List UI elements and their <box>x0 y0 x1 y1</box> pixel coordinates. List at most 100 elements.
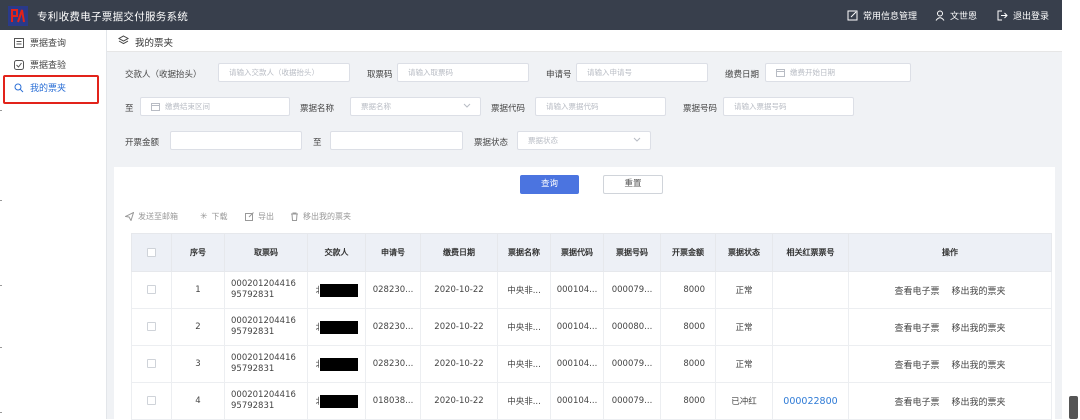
export-action[interactable]: 导出 <box>245 211 274 222</box>
view-bill-link[interactable]: 查看电子票 <box>894 398 939 408</box>
cell-date: 2020-10-22 <box>420 308 498 346</box>
pay-date-end-input[interactable]: 缴费结束区间 <box>140 97 290 116</box>
remove-folder-action[interactable]: 移出我的票夹 <box>290 211 351 222</box>
check-box-icon <box>14 59 24 70</box>
calendar-icon <box>776 68 785 77</box>
row-select-cell <box>131 308 172 346</box>
reset-button[interactable]: 重置 <box>603 175 663 194</box>
bill-table: 序号 取票码 交款人 申请号 缴费日期 票据名称 票据代码 票据号码 开票金额 … <box>131 233 1052 420</box>
select-all-checkbox[interactable] <box>147 248 156 257</box>
bill-name-select[interactable]: 票据名称 <box>350 97 481 116</box>
app-logo-icon <box>8 6 28 26</box>
result-panel: 查询 重置 发送至邮箱 ✳ 下载 导出 移出我的票夹 序号 取票码 交款人 申请… <box>114 167 1055 420</box>
cell-bill-no: 000079... <box>603 271 661 309</box>
amount-label: 开票金额 <box>125 138 160 148</box>
column-header: 序号 <box>171 233 225 272</box>
column-header: 申请号 <box>365 233 421 272</box>
cell-amount: 8000 <box>660 271 716 309</box>
annotation-highlight-box <box>3 75 99 104</box>
cell-red-no <box>772 308 849 346</box>
cell-date: 2020-10-22 <box>420 382 498 420</box>
row-checkbox[interactable] <box>147 359 156 368</box>
status-label: 票据状态 <box>474 138 509 148</box>
cell-bill-no: 000080... <box>603 308 661 346</box>
logout-label: 退出登录 <box>1013 12 1050 22</box>
column-header: 票据状态 <box>715 233 773 272</box>
common-info-link[interactable]: 常用信息管理 <box>847 9 917 22</box>
view-bill-link[interactable]: 查看电子票 <box>894 287 939 297</box>
payer-input[interactable]: 请输入交款人（收据抬头） <box>218 63 350 82</box>
column-header: 交款人 <box>307 233 366 272</box>
fetch-code-input[interactable]: 请输入取票码 <box>397 63 529 82</box>
status-placeholder: 票据状态 <box>528 136 558 145</box>
bill-no-input[interactable]: 请输入票据号码 <box>723 97 854 116</box>
remove-link[interactable]: 移出我的票夹 <box>952 398 1006 408</box>
list-icon <box>14 37 24 48</box>
remove-link[interactable]: 移出我的票夹 <box>952 361 1006 371</box>
common-info-label: 常用信息管理 <box>863 12 918 22</box>
remove-link[interactable]: 移出我的票夹 <box>952 324 1006 334</box>
redaction-block <box>319 357 358 371</box>
bill-no-label: 票据号码 <box>683 104 718 114</box>
cell-date: 2020-10-22 <box>420 345 498 383</box>
cell-red-no: 000022800 <box>772 382 849 420</box>
table-row: 3 000201204416 95792831 北 028230... 2020… <box>131 345 1052 383</box>
cell-fetch-code: 000201204416 95792831 <box>224 308 308 346</box>
layers-icon <box>118 35 129 45</box>
user-name: 文世恩 <box>950 12 978 22</box>
cell-bill-code: 000104... <box>550 345 604 383</box>
edit-icon <box>847 10 858 21</box>
sidebar-item-bill-verify[interactable]: 票据查验 <box>14 58 66 71</box>
filter-form: 交款人（收据抬头） 请输入交款人（收据抬头） 取票码 请输入取票码 申请号 请输… <box>114 57 1055 185</box>
pay-date-start-input[interactable]: 缴费开始日期 <box>765 63 911 82</box>
column-header: 开票金额 <box>660 233 716 272</box>
cell-fetch-code: 000201204416 95792831 <box>224 382 308 420</box>
logout-link[interactable]: 退出登录 <box>997 9 1049 22</box>
user-menu[interactable]: 文世恩 <box>935 9 977 22</box>
column-header: 缴费日期 <box>420 233 498 272</box>
scrollbar-thumb[interactable] <box>1069 396 1078 419</box>
row-checkbox[interactable] <box>147 285 156 294</box>
chevron-down-icon <box>633 137 641 142</box>
top-bar: 专利收费电子票据交付服务系统 常用信息管理 文世恩 退出登录 <box>0 0 1062 30</box>
fetch-code-label: 取票码 <box>367 70 393 80</box>
pay-date-label: 缴费日期 <box>725 70 760 80</box>
star-icon: ✳ <box>200 211 208 222</box>
amount-min-input[interactable] <box>170 131 302 150</box>
cell-ops: 查看电子票 移出我的票夹 <box>848 271 1052 309</box>
cell-name: 中央非... <box>497 271 551 309</box>
send-email-label: 发送至邮箱 <box>138 212 178 221</box>
cell-fetch-code: 000201204416 95792831 <box>224 271 308 309</box>
amount-max-input[interactable] <box>330 131 463 150</box>
view-bill-link[interactable]: 查看电子票 <box>894 361 939 371</box>
export-icon <box>245 212 254 221</box>
main-area: 我的票夹 交款人（收据抬头） 请输入交款人（收据抬头） 取票码 请输入取票码 申… <box>107 30 1062 420</box>
send-email-action[interactable]: 发送至邮箱 <box>125 211 178 222</box>
cell-status: 正常 <box>715 308 773 346</box>
cell-no: 4 <box>171 382 225 420</box>
column-header: 相关红票票号 <box>772 233 849 272</box>
row-select-cell <box>131 271 172 309</box>
bill-code-input[interactable]: 请输入票据代码 <box>535 97 666 116</box>
table-row: 2 000201204416 95792831 北 028230... 2020… <box>131 308 1052 346</box>
cell-no: 3 <box>171 345 225 383</box>
view-bill-link[interactable]: 查看电子票 <box>894 324 939 334</box>
sidebar-item-bill-query[interactable]: 票据查询 <box>14 36 66 49</box>
status-select[interactable]: 票据状态 <box>517 131 651 150</box>
remove-link[interactable]: 移出我的票夹 <box>952 287 1006 297</box>
redaction-block <box>319 320 358 334</box>
cell-red-no <box>772 345 849 383</box>
cell-payer: 北 <box>307 345 366 383</box>
row-checkbox[interactable] <box>147 322 156 331</box>
app-no-input[interactable]: 请输入申请号 <box>576 63 708 82</box>
row-checkbox[interactable] <box>147 396 156 405</box>
red-bill-link[interactable]: 000022800 <box>783 396 837 407</box>
logout-icon <box>997 10 1008 21</box>
cell-payer: 北 <box>307 382 366 420</box>
sidebar-item-label: 票据查验 <box>30 61 67 71</box>
redaction-block <box>319 283 358 297</box>
scrollbar-track[interactable] <box>1062 0 1080 419</box>
sidebar-item-label: 票据查询 <box>30 39 67 49</box>
download-action[interactable]: ✳ 下载 <box>200 211 228 222</box>
search-button[interactable]: 查询 <box>520 175 579 194</box>
